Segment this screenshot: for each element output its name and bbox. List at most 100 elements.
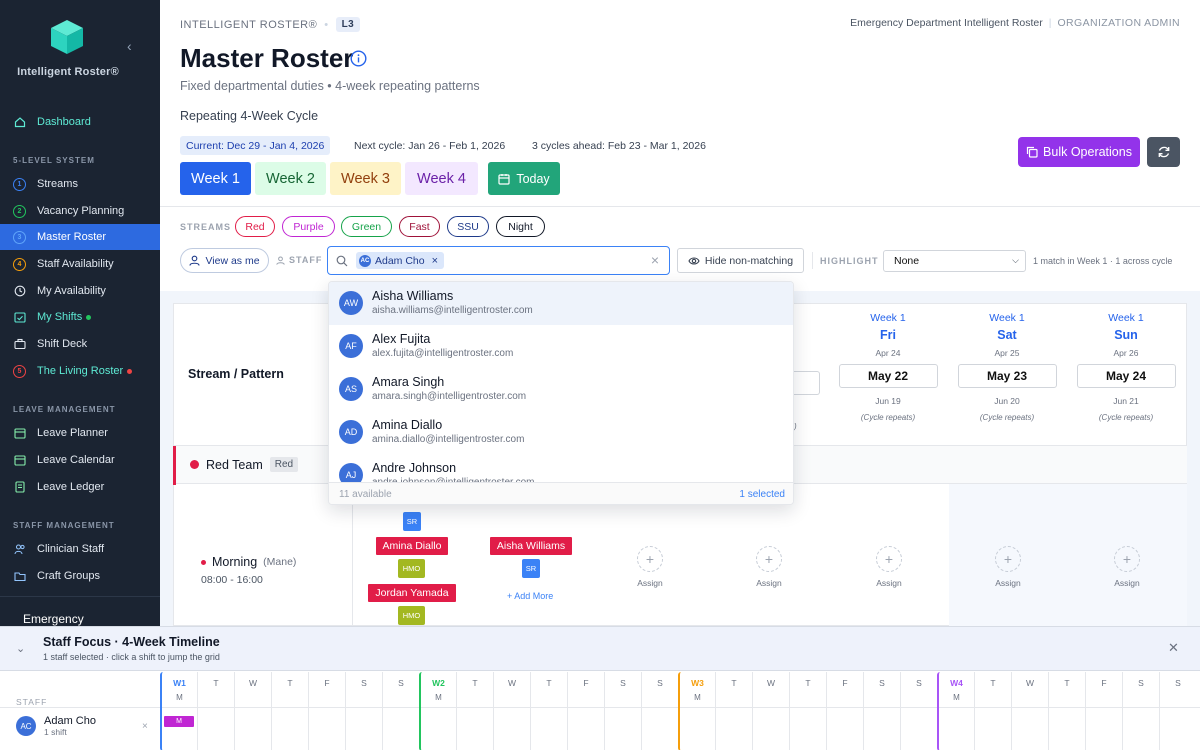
org-name: Emergency Department Intelligent Roster: [850, 17, 1043, 29]
timeline-day[interactable]: W: [234, 672, 271, 750]
timeline-day[interactable]: S: [1159, 672, 1196, 750]
sidebar-item-master-roster[interactable]: 3 Master Roster: [0, 224, 160, 250]
timeline-day[interactable]: T: [974, 672, 1011, 750]
tab-week-4[interactable]: Week 4: [405, 162, 478, 195]
sidebar-item-leave-calendar[interactable]: Leave Calendar: [0, 447, 160, 473]
org-footer[interactable]: Emergency: [0, 596, 160, 626]
tab-week-2[interactable]: Week 2: [255, 162, 326, 195]
assignment-pill[interactable]: Amina Diallo: [376, 537, 448, 555]
cycle-repeats-label: (Cycle repeats): [860, 413, 916, 422]
sidebar-item-dashboard[interactable]: Dashboard: [0, 109, 160, 135]
sidebar-item-staff-availability[interactable]: 4 Staff Availability: [0, 251, 160, 277]
stream-chip-purple[interactable]: Purple: [282, 216, 335, 237]
view-as-me-button[interactable]: View as me: [180, 248, 269, 273]
dropdown-option[interactable]: AF Alex Fujita alex.fujita@intelligentrost…: [329, 325, 793, 368]
timeline-day[interactable]: S: [641, 672, 678, 750]
staff-search-input[interactable]: AC Adam Cho × ×: [327, 246, 670, 275]
timeline-day[interactable]: T: [789, 672, 826, 750]
dropdown-option[interactable]: AD Amina Diallo amina.diallo@intelligentro…: [329, 411, 793, 454]
staff-row[interactable]: AC Adam Cho 1 shift: [16, 715, 96, 737]
timeline-day[interactable]: W4 M: [937, 672, 974, 750]
clear-search-icon[interactable]: ×: [651, 252, 659, 268]
selected-count[interactable]: 1 selected: [739, 489, 785, 500]
dropdown-option[interactable]: AS Amara Singh amara.singh@intelligentrost…: [329, 368, 793, 411]
timeline-day[interactable]: T: [271, 672, 308, 750]
day-letter: T: [213, 678, 219, 688]
timeline-shift[interactable]: M: [164, 716, 194, 727]
stream-chip-night[interactable]: Night: [496, 216, 545, 237]
stream-chip-red[interactable]: Red: [235, 216, 275, 237]
timeline-day[interactable]: S: [863, 672, 900, 750]
sidebar-item-clinician-staff[interactable]: Clinician Staff: [0, 536, 160, 562]
dropdown-option[interactable]: AW Aisha Williams aisha.williams@intellige…: [329, 282, 793, 325]
sidebar-item-leave-planner[interactable]: Leave Planner: [0, 420, 160, 446]
sidebar-item-vacancy-planning[interactable]: 2 Vacancy Planning: [0, 198, 160, 224]
timeline-day[interactable]: W: [752, 672, 789, 750]
timeline-day[interactable]: S: [382, 672, 419, 750]
sidebar-item-my-availability[interactable]: My Availability: [0, 278, 160, 304]
timeline-day[interactable]: W: [1011, 672, 1048, 750]
close-icon[interactable]: ✕: [1168, 640, 1179, 656]
tab-week-1[interactable]: Week 1: [180, 162, 251, 195]
day-letter: T: [731, 678, 737, 688]
assign-slot[interactable]: + Assign: [620, 546, 680, 588]
timeline-day[interactable]: W: [493, 672, 530, 750]
assignment-pill[interactable]: Jordan Yamada: [368, 584, 456, 602]
assign-slot[interactable]: + Assign: [859, 546, 919, 588]
chevron-down-icon[interactable]: ⌄: [16, 642, 25, 655]
timeline-day[interactable]: F: [1085, 672, 1122, 750]
stream-chip-fast[interactable]: Fast: [399, 216, 440, 237]
dashboard-icon: [13, 116, 26, 129]
timeline-day[interactable]: F: [567, 672, 604, 750]
today-button[interactable]: Today: [488, 162, 560, 195]
info-icon[interactable]: [350, 50, 367, 67]
cycle-date-box[interactable]: May 24: [1076, 364, 1176, 388]
cycle-date-box[interactable]: May 23: [957, 364, 1057, 388]
remove-token-icon[interactable]: ×: [432, 255, 438, 267]
assign-slot[interactable]: + Assign: [978, 546, 1038, 588]
sidebar-item-my-shifts[interactable]: My Shifts: [0, 304, 160, 330]
timeline-day[interactable]: S: [604, 672, 641, 750]
timeline-day[interactable]: T: [456, 672, 493, 750]
timeline-day[interactable]: T: [197, 672, 234, 750]
highlight-select[interactable]: None ⌵: [883, 250, 1026, 272]
sidebar-item-leave-ledger[interactable]: Leave Ledger: [0, 474, 160, 500]
timeline-day[interactable]: F: [308, 672, 345, 750]
timeline-day[interactable]: T: [530, 672, 567, 750]
timeline-day[interactable]: W3 M: [678, 672, 715, 750]
timeline-day[interactable]: T: [1048, 672, 1085, 750]
collapse-sidebar-icon[interactable]: ‹: [127, 38, 132, 54]
assign-label: Assign: [637, 578, 663, 588]
timeline-day[interactable]: T: [715, 672, 752, 750]
assignment-pill[interactable]: Aisha Williams: [490, 537, 572, 555]
timeline-day[interactable]: F: [826, 672, 863, 750]
timeline-day[interactable]: S: [345, 672, 382, 750]
timeline-day[interactable]: W1 M: [160, 672, 197, 750]
available-count: 11 available: [339, 489, 392, 500]
timeline-day[interactable]: W2 M: [419, 672, 456, 750]
sidebar-item-craft-groups[interactable]: Craft Groups: [0, 563, 160, 589]
timeline-day[interactable]: S: [1122, 672, 1159, 750]
cycle-date-box[interactable]: May 22: [838, 364, 938, 388]
tab-week-3[interactable]: Week 3: [330, 162, 401, 195]
timeline-day[interactable]: S: [900, 672, 937, 750]
sidebar-item-label: Clinician Staff: [37, 543, 105, 555]
add-more-link[interactable]: + Add More: [507, 591, 553, 601]
avatar: AD: [339, 420, 363, 444]
hide-non-matching-button[interactable]: Hide non-matching: [677, 248, 804, 273]
refresh-button[interactable]: [1147, 137, 1180, 167]
stream-chip-green[interactable]: Green: [341, 216, 392, 237]
breadcrumb-app[interactable]: INTELLIGENT ROSTER®: [180, 19, 317, 31]
sidebar-item-streams[interactable]: 1 Streams: [0, 171, 160, 197]
panel-header: ⌄ Staff Focus · 4-Week Timeline 1 staff …: [0, 627, 1200, 671]
assign-slot[interactable]: + Assign: [1097, 546, 1157, 588]
sidebar-item-the-living-roster[interactable]: 5 The Living Roster: [0, 358, 160, 384]
stream-chip-ssu[interactable]: SSU: [447, 216, 489, 237]
sidebar-item-shift-deck[interactable]: Shift Deck: [0, 331, 160, 357]
panel-title: Staff Focus · 4-Week Timeline: [43, 635, 220, 649]
sidebar-item-label: My Availability: [37, 285, 106, 297]
bulk-operations-button[interactable]: Bulk Operations: [1018, 137, 1140, 167]
streams-label: STREAMS: [180, 222, 232, 232]
assign-slot[interactable]: + Assign: [739, 546, 799, 588]
remove-staff-icon[interactable]: ×: [142, 721, 148, 732]
